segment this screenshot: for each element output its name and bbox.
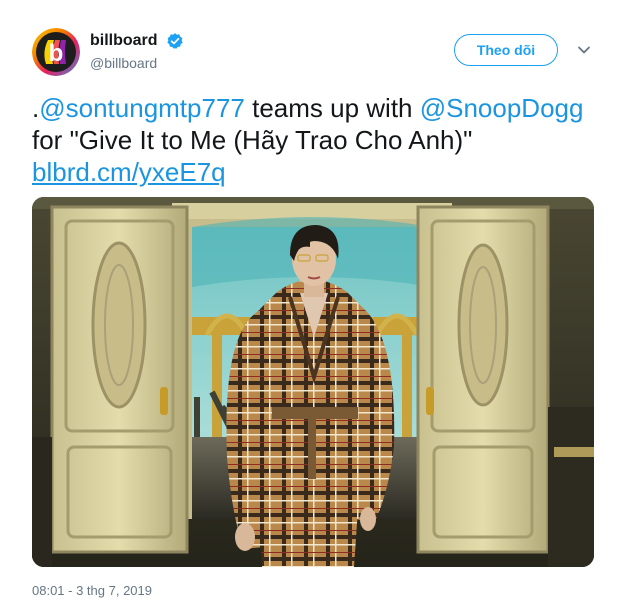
mention-snoopdogg[interactable]: @SnoopDogg bbox=[420, 93, 584, 123]
author-display-name[interactable]: billboard bbox=[90, 31, 158, 51]
tweet-photo[interactable] bbox=[32, 197, 594, 567]
author-block: billboard @billboard bbox=[90, 31, 184, 73]
follow-button[interactable]: Theo dõi bbox=[454, 34, 558, 66]
tweet-link[interactable]: blbrd.cm/yxeE7q bbox=[32, 157, 226, 187]
tweet-timestamp[interactable]: 08:01 - 3 thg 7, 2019 bbox=[32, 583, 152, 598]
avatar-letter: b bbox=[49, 40, 64, 67]
tweet-text-part1: teams up with bbox=[244, 93, 420, 123]
tweet-text: .@sontungmtp777 teams up with @SnoopDogg… bbox=[32, 92, 592, 188]
tweet-text-part2: for "Give It to Me (Hãy Trao Cho Anh)" bbox=[32, 125, 473, 155]
billboard-avatar[interactable]: b bbox=[32, 28, 80, 76]
chevron-down-icon[interactable] bbox=[576, 42, 592, 58]
photo-scene bbox=[32, 197, 594, 567]
author-handle[interactable]: @billboard bbox=[90, 53, 184, 73]
verified-badge-icon bbox=[167, 33, 183, 49]
tweet-header: b billboard @billboard Theo dõi bbox=[32, 28, 602, 80]
mention-sontungmtp777[interactable]: @sontungmtp777 bbox=[39, 93, 245, 123]
